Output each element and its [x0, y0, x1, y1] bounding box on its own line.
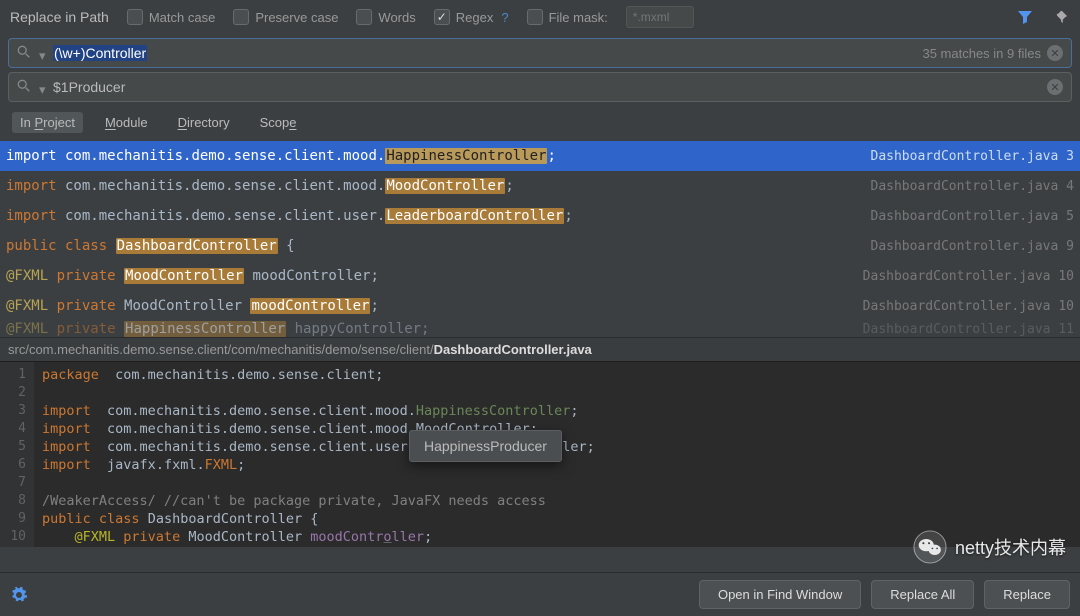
words-checkbox[interactable]: [356, 9, 372, 25]
clear-replace-icon[interactable]: ✕: [1047, 79, 1063, 95]
replace-history-chevron-icon[interactable]: ▾: [39, 82, 49, 92]
preview-path: src/com.mechanitis.demo.sense.client/com…: [0, 337, 1080, 361]
dialog-footer: Open in Find Window Replace All Replace: [0, 572, 1080, 616]
watermark: netty技术内幕: [913, 530, 1066, 564]
result-row[interactable]: @FXML private HappinessController happyC…: [0, 321, 1080, 337]
scope-tab-scope[interactable]: Scope: [252, 112, 305, 133]
file-mask-label: File mask:: [549, 10, 608, 25]
file-mask-option[interactable]: File mask:: [527, 9, 608, 25]
pin-icon[interactable]: [1052, 8, 1070, 26]
replace-field-row[interactable]: ▾ $1Producer ✕: [8, 72, 1072, 102]
match-case-label: Match case: [149, 10, 215, 25]
regex-option[interactable]: Regex?: [434, 9, 509, 25]
result-row[interactable]: @FXML private MoodController moodControl…: [0, 261, 1080, 291]
replace-preview-tooltip: HappinessProducer: [409, 430, 562, 462]
match-case-checkbox[interactable]: [127, 9, 143, 25]
history-chevron-icon[interactable]: ▾: [39, 48, 49, 58]
search-icon: [17, 45, 33, 61]
regex-help-icon[interactable]: ?: [501, 10, 508, 25]
dialog-title: Replace in Path: [10, 9, 109, 25]
watermark-text: netty技术内幕: [955, 534, 1066, 560]
match-count: 35 matches in 9 files: [922, 46, 1041, 61]
code-preview[interactable]: 12345678910 package com.mechanitis.demo.…: [0, 361, 1080, 547]
scope-tabs: In Project Module Directory Scope: [0, 106, 1080, 141]
clear-search-icon[interactable]: ✕: [1047, 45, 1063, 61]
replace-button[interactable]: Replace: [984, 580, 1070, 609]
filter-icon[interactable]: [1016, 8, 1034, 26]
regex-checkbox[interactable]: [434, 9, 450, 25]
gutter: 12345678910: [0, 362, 34, 547]
settings-icon[interactable]: [10, 586, 28, 604]
code-area[interactable]: package com.mechanitis.demo.sense.client…: [34, 362, 1080, 547]
words-option[interactable]: Words: [356, 9, 415, 25]
result-row[interactable]: @FXML private MoodController moodControl…: [0, 291, 1080, 321]
file-mask-checkbox[interactable]: [527, 9, 543, 25]
words-label: Words: [378, 10, 415, 25]
result-row[interactable]: import com.mechanitis.demo.sense.client.…: [0, 171, 1080, 201]
wechat-icon: [913, 530, 947, 564]
preserve-case-option[interactable]: Preserve case: [233, 9, 338, 25]
result-row[interactable]: import com.mechanitis.demo.sense.client.…: [0, 141, 1080, 171]
file-mask-input[interactable]: [626, 6, 694, 28]
preserve-case-label: Preserve case: [255, 10, 338, 25]
preserve-case-checkbox[interactable]: [233, 9, 249, 25]
result-row[interactable]: public class DashboardController { Dashb…: [0, 231, 1080, 261]
open-in-find-window-button[interactable]: Open in Find Window: [699, 580, 861, 609]
replace-all-button[interactable]: Replace All: [871, 580, 974, 609]
results-list[interactable]: import com.mechanitis.demo.sense.client.…: [0, 141, 1080, 337]
scope-tab-module[interactable]: Module: [97, 112, 156, 133]
match-case-option[interactable]: Match case: [127, 9, 215, 25]
scope-tab-directory[interactable]: Directory: [170, 112, 238, 133]
search-field-row[interactable]: ▾ (\w+)Controller 35 matches in 9 files …: [8, 38, 1072, 68]
search-input[interactable]: (\w+)Controller: [53, 45, 914, 61]
scope-tab-project[interactable]: In Project: [12, 112, 83, 133]
dialog-header: Replace in Path Match case Preserve case…: [0, 0, 1080, 34]
replace-input[interactable]: $1Producer: [53, 79, 1041, 95]
result-row[interactable]: import com.mechanitis.demo.sense.client.…: [0, 201, 1080, 231]
regex-label: Regex: [456, 10, 494, 25]
replace-icon: [17, 79, 33, 95]
